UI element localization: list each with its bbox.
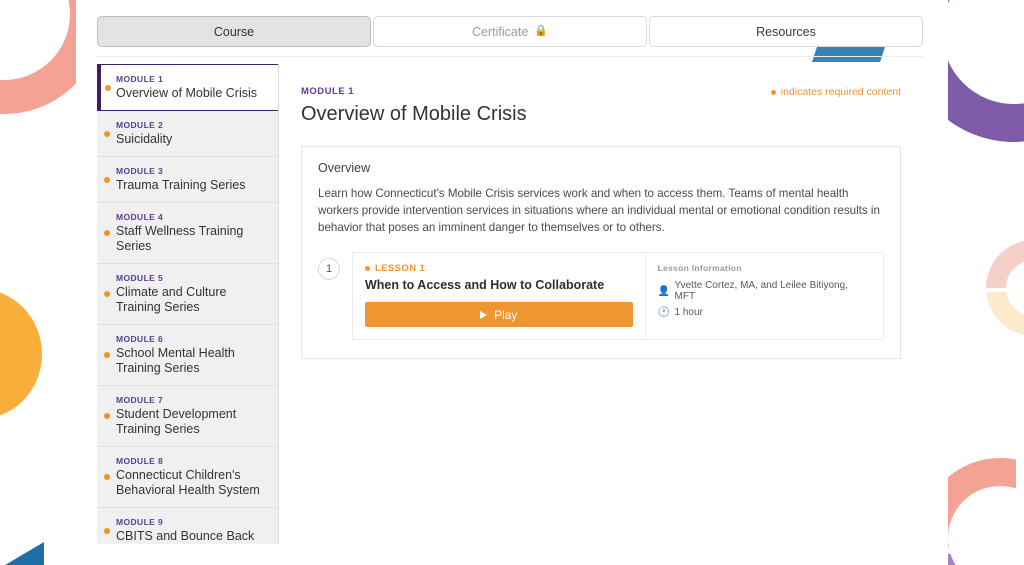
module-number: MODULE 9 <box>116 517 268 527</box>
module-title: Trauma Training Series <box>116 178 268 193</box>
required-content-label: indicates required content <box>781 86 901 98</box>
person-icon: 👤 <box>658 286 669 297</box>
lesson-card: LESSON 1 When to Access and How to Colla… <box>352 252 884 340</box>
required-dot-icon <box>105 85 111 91</box>
tab-course[interactable]: Course <box>97 16 371 47</box>
decorative-blade-left <box>0 289 42 419</box>
lock-icon: 🔒 <box>534 26 548 37</box>
sidebar-item-module-9[interactable]: MODULE 9 CBITS and Bounce Back <box>97 508 278 544</box>
lesson-duration: 1 hour <box>675 307 703 318</box>
module-sidebar[interactable]: MODULE 1 Overview of Mobile Crisis MODUL… <box>97 64 279 544</box>
module-title: Staff Wellness Training Series <box>116 224 268 254</box>
play-button-label: Play <box>494 308 517 322</box>
required-dot-icon <box>104 177 110 183</box>
decorative-triangle-bottom-left <box>0 542 44 565</box>
breadcrumb: MODULE 1 <box>301 86 354 97</box>
sidebar-item-module-1[interactable]: MODULE 1 Overview of Mobile Crisis <box>97 64 278 111</box>
sidebar-item-module-6[interactable]: MODULE 6 School Mental Health Training S… <box>97 325 278 386</box>
module-number: MODULE 8 <box>116 456 268 466</box>
lesson-instructors-row: 👤 Yvette Cortez, MA, and Leilee Bitiyong… <box>658 280 872 302</box>
lesson-tag-label: LESSON 1 <box>375 263 425 274</box>
lesson-information: Lesson Information 👤 Yvette Cortez, MA, … <box>645 253 884 339</box>
module-detail-panel: MODULE 1 indicates required content Over… <box>279 64 923 544</box>
page-root: Course Certificate 🔒 Resources MODULE 1 … <box>0 0 1024 565</box>
play-icon <box>480 311 487 319</box>
sidebar-item-module-3[interactable]: MODULE 3 Trauma Training Series <box>97 157 278 203</box>
module-number: MODULE 4 <box>116 212 268 222</box>
tab-course-label: Course <box>214 25 254 39</box>
module-title: Climate and Culture Training Series <box>116 285 268 315</box>
required-dot-icon <box>365 266 370 271</box>
required-dot-icon <box>104 352 110 358</box>
lesson-duration-row: 🕐 1 hour <box>658 307 872 318</box>
lesson-row: 1 LESSON 1 When to Access and How to Col… <box>318 252 884 340</box>
module-title: CBITS and Bounce Back <box>116 529 268 544</box>
sidebar-item-module-7[interactable]: MODULE 7 Student Development Training Se… <box>97 386 278 447</box>
module-number: MODULE 2 <box>116 120 268 130</box>
lesson-information-heading: Lesson Information <box>658 263 872 273</box>
required-dot-icon <box>104 291 110 297</box>
sidebar-item-module-5[interactable]: MODULE 5 Climate and Culture Training Se… <box>97 264 278 325</box>
page-title: Overview of Mobile Crisis <box>301 103 901 126</box>
required-dot-icon <box>104 131 110 137</box>
required-dot-icon <box>104 413 110 419</box>
overview-card: Overview Learn how Connecticut's Mobile … <box>301 146 901 359</box>
required-content-note: indicates required content <box>771 86 901 98</box>
required-dot-icon <box>771 90 776 95</box>
play-button[interactable]: Play <box>365 302 633 327</box>
content-area: MODULE 1 Overview of Mobile Crisis MODUL… <box>97 64 923 544</box>
module-number: MODULE 7 <box>116 395 268 405</box>
sidebar-item-module-4[interactable]: MODULE 4 Staff Wellness Training Series <box>97 203 278 264</box>
clock-icon: 🕐 <box>658 307 669 318</box>
sidebar-item-module-2[interactable]: MODULE 2 Suicidality <box>97 111 278 157</box>
tab-resources-label: Resources <box>756 25 816 39</box>
required-dot-icon <box>104 528 110 534</box>
module-title: School Mental Health Training Series <box>116 346 268 376</box>
tab-resources[interactable]: Resources <box>649 16 923 47</box>
lesson-tag: LESSON 1 <box>365 263 633 274</box>
module-title: Connecticut Children's Behavioral Health… <box>116 468 268 498</box>
lesson-main: LESSON 1 When to Access and How to Colla… <box>353 253 645 339</box>
decorative-arc-right-pink <box>986 240 1024 336</box>
module-number: MODULE 3 <box>116 166 268 176</box>
required-dot-icon <box>104 230 110 236</box>
overview-label: Overview <box>318 161 884 175</box>
tab-bar-divider <box>97 56 923 57</box>
module-number: MODULE 5 <box>116 273 268 283</box>
module-title: Overview of Mobile Crisis <box>116 86 268 101</box>
module-title: Student Development Training Series <box>116 407 268 437</box>
header-row: MODULE 1 indicates required content <box>301 86 901 103</box>
decorative-arc-right-cream <box>986 240 1024 336</box>
tab-certificate[interactable]: Certificate 🔒 <box>373 16 647 47</box>
sidebar-item-module-8[interactable]: MODULE 8 Connecticut Children's Behavior… <box>97 447 278 508</box>
lesson-number-badge: 1 <box>318 258 340 280</box>
lesson-title: When to Access and How to Collaborate <box>365 278 633 292</box>
overview-text: Learn how Connecticut's Mobile Crisis se… <box>318 185 884 236</box>
module-number: MODULE 6 <box>116 334 268 344</box>
tab-certificate-label: Certificate <box>472 25 528 39</box>
tab-bar: Course Certificate 🔒 Resources <box>97 16 923 47</box>
lesson-instructors: Yvette Cortez, MA, and Leilee Bitiyong, … <box>675 280 872 302</box>
module-title: Suicidality <box>116 132 268 147</box>
required-dot-icon <box>104 474 110 480</box>
module-number: MODULE 1 <box>116 74 268 84</box>
